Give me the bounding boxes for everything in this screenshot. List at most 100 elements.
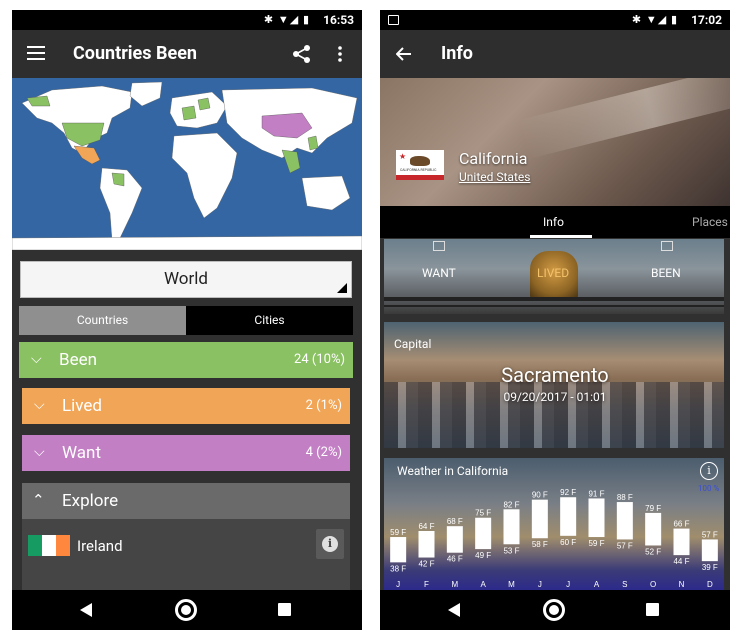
explore-header[interactable]: ⌃ Explore xyxy=(22,483,350,519)
railing xyxy=(384,297,724,301)
month-label: A xyxy=(594,580,600,589)
nav-home-icon[interactable] xyxy=(175,599,197,621)
temp-bar xyxy=(673,528,690,556)
status-icons: ✱ ▼◢ ▮ xyxy=(263,13,310,26)
chevron-up-icon: ⌃ xyxy=(32,491,45,509)
tab-countries[interactable]: Countries xyxy=(19,306,186,335)
status-option-lived[interactable]: LIVED xyxy=(537,266,569,280)
chevron-down-icon: ⌵ xyxy=(31,351,42,367)
temp-bar xyxy=(645,512,662,546)
temp-bar xyxy=(503,509,520,545)
low-temp-label: 39 F xyxy=(702,563,718,572)
image-icon xyxy=(388,15,399,25)
status-option-want[interactable]: WANT xyxy=(422,266,456,280)
high-temp-label: 59 F xyxy=(390,528,406,537)
month-label: J xyxy=(396,580,400,589)
status-time: 16:53 xyxy=(323,13,354,27)
nav-recent-icon[interactable] xyxy=(646,603,659,616)
month-label: F xyxy=(424,580,429,589)
high-temp-label: 79 F xyxy=(645,504,661,513)
month-label: O xyxy=(650,580,656,589)
more-vert-icon[interactable] xyxy=(338,46,342,62)
region-selector-value: World xyxy=(163,269,208,289)
weather-title: Weather in California xyxy=(397,464,509,478)
place-country-link[interactable]: United States xyxy=(459,170,530,184)
nav-back-icon[interactable] xyxy=(448,603,460,617)
month-label: J xyxy=(538,580,542,589)
category-label: Lived xyxy=(62,396,103,416)
high-temp-label: 57 F xyxy=(702,530,718,539)
hero-highlight xyxy=(519,78,730,159)
explore-panel: ⌃ Explore Ireland i xyxy=(22,483,350,593)
tab-info[interactable]: Info xyxy=(543,215,564,229)
world-map[interactable] xyxy=(12,78,362,250)
place-title: California xyxy=(459,149,528,168)
been-checkbox[interactable] xyxy=(661,241,673,251)
month-label: S xyxy=(622,580,627,589)
visit-status-card: WANT LIVED BEEN xyxy=(384,239,724,314)
nav-home-icon[interactable] xyxy=(543,599,565,621)
dropdown-corner-icon xyxy=(337,283,347,293)
info-icon[interactable]: i xyxy=(700,462,718,480)
low-temp-label: 59 F xyxy=(588,539,604,548)
tab-bar: Info Places xyxy=(380,206,730,238)
temp-bar xyxy=(446,526,463,553)
month-label: J xyxy=(566,580,570,589)
high-temp-label: 68 F xyxy=(447,517,463,526)
page-title: Info xyxy=(441,43,473,64)
status-bar: ✱ ▼◢ ▮ 16:53 xyxy=(12,10,362,30)
region-selector[interactable]: World xyxy=(20,261,352,298)
nav-recent-icon[interactable] xyxy=(278,603,291,616)
status-time: 17:02 xyxy=(691,13,722,27)
explore-label: Explore xyxy=(62,491,119,511)
high-temp-label: 82 F xyxy=(503,500,519,509)
temp-bar xyxy=(531,499,548,539)
temp-bar xyxy=(418,531,435,558)
temp-bar xyxy=(616,502,633,540)
nav-bar xyxy=(12,590,362,630)
bear-icon xyxy=(410,156,430,166)
temp-bar xyxy=(701,539,718,562)
chevron-down-icon: ⌵ xyxy=(34,397,45,413)
tab-indicator xyxy=(530,235,592,238)
low-temp-label: 49 F xyxy=(475,551,491,560)
nav-back-icon[interactable] xyxy=(80,603,92,617)
category-count: 24 (10%) xyxy=(294,352,345,367)
flag-text: CALIFORNIA REPUBLIC xyxy=(400,168,437,172)
category-label: Want xyxy=(62,443,102,463)
chevron-down-icon: ⌵ xyxy=(34,444,45,460)
menu-icon[interactable] xyxy=(27,46,45,60)
california-flag-icon: ★ CALIFORNIA REPUBLIC xyxy=(396,150,444,180)
high-temp-label: 88 F xyxy=(617,493,633,502)
tab-places[interactable]: Places xyxy=(692,215,728,229)
back-arrow-icon[interactable] xyxy=(396,47,412,61)
month-label: M xyxy=(508,580,515,589)
low-temp-label: 52 F xyxy=(645,547,661,556)
list-item[interactable]: Ireland i xyxy=(22,523,350,567)
low-temp-label: 57 F xyxy=(617,541,633,550)
capital-name: Sacramento xyxy=(501,363,609,387)
low-temp-label: 38 F xyxy=(390,564,406,573)
info-button[interactable]: i xyxy=(316,529,344,559)
high-temp-label: 75 F xyxy=(475,509,491,518)
low-temp-label: 44 F xyxy=(673,557,689,566)
capital-label: Capital xyxy=(394,337,432,351)
category-count: 4 (2%) xyxy=(305,445,342,460)
app-bar: Info xyxy=(380,30,730,78)
temp-bar xyxy=(475,517,492,550)
category-want[interactable]: ⌵ Want 4 (2%) xyxy=(22,435,350,471)
weather-chart: 59 F 38 F J 64 F 42 F F 68 F 46 F M 75 F 49 F A 82 F… xyxy=(390,488,718,589)
category-been[interactable]: ⌵ Been 24 (10%) xyxy=(19,342,353,378)
high-temp-label: 66 F xyxy=(673,520,689,529)
tab-cities[interactable]: Cities xyxy=(186,306,353,335)
category-lived[interactable]: ⌵ Lived 2 (1%) xyxy=(22,388,350,424)
status-bar: ✱ ▼◢ ▮ 17:02 xyxy=(380,10,730,30)
low-temp-label: 60 F xyxy=(560,538,576,547)
share-icon[interactable] xyxy=(292,44,312,64)
month-label: D xyxy=(707,580,713,589)
ireland-flag-icon xyxy=(28,535,70,556)
hero-image xyxy=(380,78,730,206)
want-checkbox[interactable] xyxy=(433,241,445,251)
status-icons: ✱ ▼◢ ▮ xyxy=(631,13,678,26)
status-option-been[interactable]: BEEN xyxy=(651,266,681,280)
